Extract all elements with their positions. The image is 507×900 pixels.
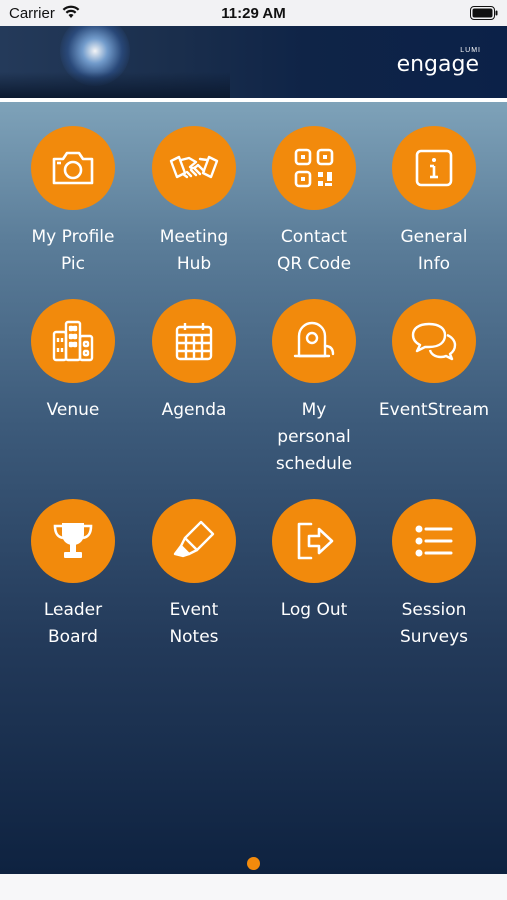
tile-leader-board[interactable]: Leader Board <box>10 499 136 651</box>
tile-label: EventStream <box>378 400 490 420</box>
tile-agenda[interactable]: Agenda <box>131 299 257 424</box>
qr-code-icon <box>294 148 334 188</box>
tile-my-personal-schedule[interactable]: My personal schedule <box>251 299 377 478</box>
tile-my-profile-pic[interactable]: My Profile Pic <box>10 126 136 278</box>
brand-logo: engage <box>396 52 479 77</box>
tile-label: My Profile Pic <box>31 227 115 274</box>
battery-icon <box>470 6 498 20</box>
tile-label: General Info <box>400 227 468 274</box>
tile-label: Log Out <box>280 600 348 620</box>
tile-label: Event Notes <box>169 600 219 647</box>
tile-label: Meeting Hub <box>159 227 229 274</box>
logout-icon <box>297 522 334 560</box>
tile-label: My personal schedule <box>275 400 353 474</box>
tile-label: Venue <box>46 400 100 420</box>
calendar-icon <box>175 323 213 361</box>
header-banner: LUMI engage <box>0 26 507 98</box>
tile-general-info[interactable]: General Info <box>371 126 497 278</box>
status-bar: Carrier 11:29 AM <box>0 0 507 26</box>
tile-label: Leader Board <box>43 600 103 647</box>
highlighter-icon <box>173 520 215 558</box>
info-icon <box>415 149 453 187</box>
home-grid: My Profile Pic Meeting Hub Contact QR Co… <box>0 102 507 874</box>
handshake-icon <box>169 155 219 179</box>
tile-venue[interactable]: Venue <box>10 299 136 424</box>
tile-eventstream[interactable]: EventStream <box>371 299 497 424</box>
chat-bubbles-icon <box>411 322 457 361</box>
buildings-icon <box>52 320 94 362</box>
tile-meeting-hub[interactable]: Meeting Hub <box>131 126 257 278</box>
tile-session-surveys[interactable]: Session Surveys <box>371 499 497 651</box>
tile-label: Session Surveys <box>400 600 468 647</box>
tile-label: Contact QR Code <box>276 227 352 274</box>
clock: 11:29 AM <box>221 5 286 22</box>
trophy-icon <box>53 523 93 558</box>
list-icon <box>415 525 453 557</box>
tile-label: Agenda <box>161 400 227 420</box>
banner-horizon <box>0 72 230 98</box>
tile-log-out[interactable]: Log Out <box>251 499 377 624</box>
schedule-icon <box>293 321 335 358</box>
camera-icon <box>52 151 94 185</box>
page-indicator-dot[interactable] <box>247 857 260 870</box>
tile-event-notes[interactable]: Event Notes <box>131 499 257 651</box>
bottom-bar <box>0 874 507 900</box>
tile-contact-qr-code[interactable]: Contact QR Code <box>251 126 377 278</box>
